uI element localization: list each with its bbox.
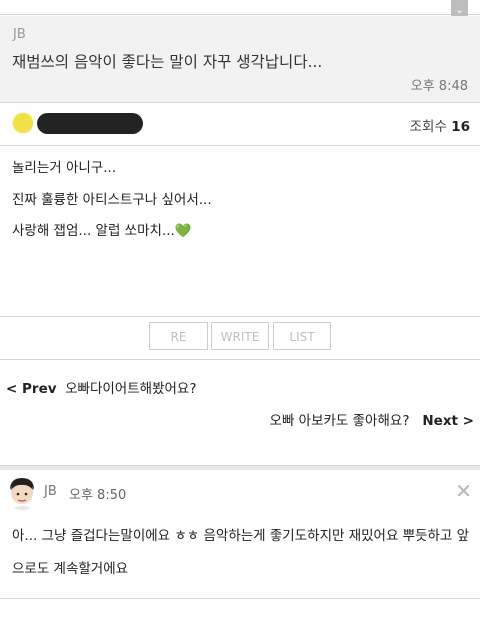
next-post-link[interactable]: 오빠 아보카도 좋아해요? Next > xyxy=(270,409,474,429)
avatar xyxy=(4,474,40,510)
comment-text: 아... 그냥 즐겁다는말이에요 ㅎㅎ 음악하는게 좋기도하지만 재밌어요 뿌듯… xyxy=(12,528,470,577)
reply-author: JB xyxy=(13,27,26,42)
post-header: 조회수 16 xyxy=(0,103,480,146)
list-button[interactable]: LIST xyxy=(273,322,331,350)
view-count: 조회수 16 xyxy=(409,119,470,135)
write-button[interactable]: WRITE xyxy=(211,322,269,350)
reply-time: 오후 8:48 xyxy=(410,79,468,94)
bottom-divider xyxy=(0,598,480,599)
close-icon[interactable]: ✕ xyxy=(455,479,472,503)
post-line: 진짜 훌륭한 아티스트구나 싶어서... xyxy=(12,192,212,208)
redacted-author-name xyxy=(37,113,143,134)
comment-time: 오후 8:50 xyxy=(69,488,127,503)
section-divider xyxy=(0,465,480,470)
quoted-reply: JB 재범쓰의 음악이 좋다는 말이 자꾸 생각납니다... 오후 8:48 xyxy=(0,16,480,103)
comment-author: JB xyxy=(44,484,57,499)
post-line: 사랑해 잽엄... 알럽 쏘마치...💚 xyxy=(12,223,192,239)
top-divider xyxy=(0,14,480,15)
green-heart-icon: 💚 xyxy=(174,223,192,239)
action-bar: RE WRITE LIST xyxy=(0,316,480,360)
profile-emoji-icon xyxy=(13,113,33,133)
reply-text: 재범쓰의 음악이 좋다는 말이 자꾸 생각납니다... xyxy=(12,53,323,71)
prev-post-link[interactable]: < Prev 오빠다이어트해봤어요? xyxy=(6,377,197,397)
reply-button[interactable]: RE xyxy=(149,322,208,350)
post-line: 놀리는거 아니구... xyxy=(12,160,117,176)
